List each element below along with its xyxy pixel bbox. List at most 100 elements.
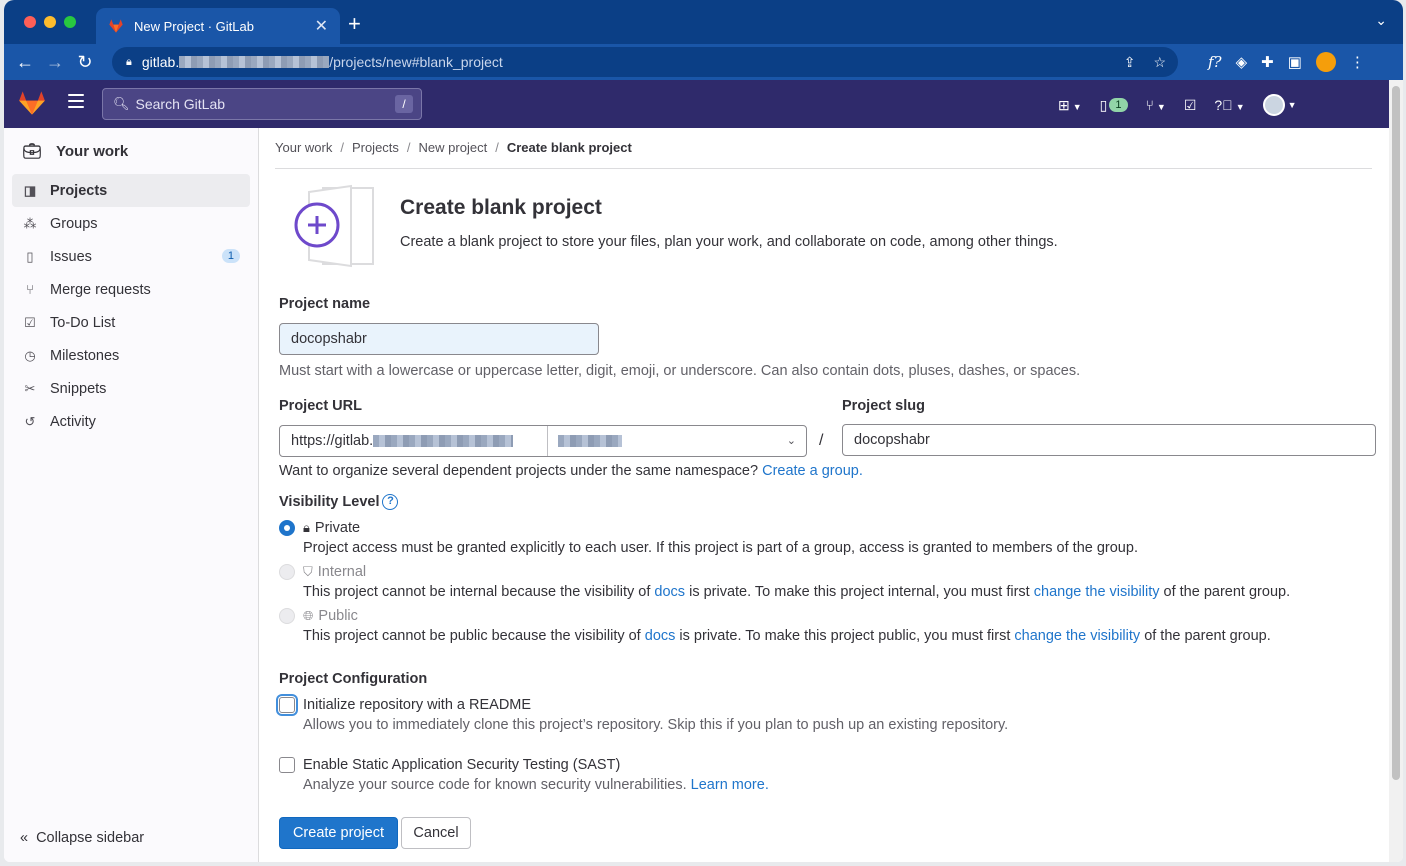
sidebar-item-snippets[interactable]: ✂ Snippets [12, 372, 250, 405]
share-icon[interactable]: ⇪ [1124, 54, 1136, 71]
minimize-window-button[interactable] [44, 16, 56, 28]
internal-label: Internal [317, 564, 367, 580]
cancel-button[interactable]: Cancel [401, 817, 471, 849]
breadcrumb-projects[interactable]: Projects [352, 140, 399, 155]
sidebar-item-milestones[interactable]: ◷ Milestones [12, 339, 250, 372]
sidebar-item-projects[interactable]: ◨ Projects [12, 174, 250, 207]
extension-diamond-icon[interactable]: ◈ [1236, 53, 1248, 71]
search-placeholder: Search GitLab [135, 96, 226, 112]
profile-icon[interactable] [1315, 52, 1336, 72]
chevron-down-icon: ▼ [1287, 100, 1297, 110]
internal-radio[interactable] [279, 564, 295, 580]
sidebar-item-label: To-Do List [50, 314, 116, 331]
breadcrumb-current[interactable]: Create blank project [507, 140, 632, 155]
tab-close-icon[interactable]: ✕ [315, 16, 328, 36]
private-radio[interactable] [279, 520, 295, 536]
sast-checkbox[interactable] [279, 757, 295, 773]
user-menu[interactable]: ▼ [1262, 94, 1297, 116]
sidebar-context-header[interactable]: 💼︎ Your work [22, 142, 128, 161]
lock-icon: 🔒︎ [303, 520, 310, 535]
search-input[interactable]: 🔍︎ Search GitLab / [102, 88, 422, 120]
visibility-label-text: Visibility Level [279, 494, 380, 510]
visibility-public-option[interactable]: 🌐︎ Public [279, 608, 358, 624]
url-slug-separator: / [819, 432, 824, 449]
help-dropdown[interactable]: ?⃝ ▼ [1214, 97, 1244, 113]
readme-label: Initialize repository with a README [303, 697, 532, 713]
sidebar-item-groups[interactable]: ⁂ Groups [12, 207, 250, 240]
issues-icon: ▯ [26, 248, 34, 264]
merge-requests-dropdown[interactable]: ⑂ ▼ [1146, 97, 1166, 113]
internal-description: This project cannot be internal because … [303, 584, 1290, 600]
help-circle-icon[interactable]: ? [382, 494, 399, 510]
visibility-internal-option[interactable]: ⛉ Internal [279, 564, 366, 580]
hamburger-menu-icon[interactable] [68, 94, 84, 112]
forward-icon[interactable]: → [40, 52, 70, 73]
scrollbar-thumb[interactable] [1392, 86, 1400, 780]
extension-puzzle-icon[interactable]: ✚ [1261, 53, 1274, 71]
change-visibility-link[interactable]: change the visibility [1034, 584, 1160, 600]
visibility-private-option[interactable]: 🔒︎ Private [279, 520, 360, 536]
namespace-help-text: Want to organize several dependent proje… [279, 463, 759, 479]
sidebar-item-merge-requests[interactable]: ⑂ Merge requests [12, 273, 250, 306]
sidebar-item-issues[interactable]: ▯ Issues 1 [12, 240, 250, 273]
sidebar-item-activity[interactable]: ↺ Activity [12, 405, 250, 438]
bookmark-star-icon[interactable]: ☆ [1153, 54, 1166, 71]
sidebar-panel-icon[interactable]: ▣ [1288, 53, 1302, 71]
public-description: This project cannot be public because th… [303, 628, 1271, 644]
tab-title: New Project · GitLab [134, 18, 254, 34]
browser-tabstrip: New Project · GitLab ✕ + ⌄ [4, 0, 1403, 44]
merge-request-icon: ⑂ [26, 282, 34, 297]
new-item-dropdown[interactable]: ⊞ ▼ [1058, 97, 1082, 114]
chevron-down-icon: ▼ [1156, 102, 1166, 112]
breadcrumb-new-project[interactable]: New project [419, 140, 488, 155]
redacted-domain [373, 435, 514, 447]
collapse-sidebar-button[interactable]: « Collapse sidebar [20, 830, 144, 846]
public-radio[interactable] [279, 608, 295, 624]
change-visibility-link[interactable]: change the visibility [1014, 628, 1140, 644]
new-tab-button[interactable]: + [348, 13, 361, 35]
search-shortcut-key: / [395, 95, 413, 113]
breadcrumb-separator: / [340, 140, 344, 155]
namespace-select[interactable]: ⌄ [548, 426, 806, 456]
search-icon: 🔍︎ [113, 96, 130, 111]
kebab-menu-icon[interactable]: ⋮ [1350, 53, 1365, 71]
create-project-button[interactable]: Create project [279, 817, 398, 849]
readme-checkbox[interactable] [279, 697, 295, 713]
maximize-window-button[interactable] [64, 16, 76, 28]
blank-project-illustration [294, 184, 374, 268]
create-group-link[interactable]: Create a group. [762, 463, 863, 479]
close-window-button[interactable] [24, 16, 36, 28]
private-description: Project access must be granted explicitl… [303, 540, 1138, 556]
project-name-input[interactable]: docopshabr [279, 323, 599, 355]
todo-icon[interactable]: ☑ [1184, 97, 1197, 114]
project-slug-input[interactable]: docopshabr [842, 424, 1376, 456]
merge-request-count-badge: 1 [1109, 98, 1128, 112]
formula-extension-icon[interactable]: f? [1208, 53, 1222, 71]
sidebar-nav: ◨ Projects ⁂ Groups ▯ Issues 1 ⑂ Merge r… [12, 174, 250, 438]
breadcrumb: Your work / Projects / New project / Cre… [275, 140, 632, 155]
learn-more-link[interactable]: Learn more. [691, 777, 769, 793]
project-configuration-options: Initialize repository with a README Allo… [279, 697, 1369, 807]
sidebar-item-todo-list[interactable]: ☑ To-Do List [12, 306, 250, 339]
issues-button[interactable]: ▯ 1 [1100, 97, 1128, 114]
sast-option[interactable]: Enable Static Application Security Testi… [279, 757, 620, 773]
readme-option[interactable]: Initialize repository with a README [279, 697, 531, 713]
gitlab-logo[interactable] [18, 90, 46, 116]
docs-group-link[interactable]: docs [645, 628, 676, 644]
docs-group-link[interactable]: docs [654, 584, 685, 600]
browser-tab-active[interactable]: New Project · GitLab ✕ [96, 8, 340, 44]
address-bar[interactable]: 🔒︎ gitlab. /projects/new#blank_project ⇪… [112, 47, 1178, 77]
issues-icon: ▯ [1099, 96, 1108, 113]
reload-icon[interactable]: ↻ [70, 52, 100, 73]
public-label: Public [318, 608, 358, 624]
lock-icon[interactable]: 🔒︎ [126, 56, 132, 69]
globe-icon: 🌐︎ [303, 608, 314, 623]
page-scrollbar[interactable] [1389, 80, 1403, 862]
tab-search-chevron-icon[interactable]: ⌄ [1375, 12, 1387, 29]
url-path: /projects/new#blank_project [329, 54, 503, 70]
visibility-options: 🔒︎ Private Project access must be grante… [279, 520, 1369, 650]
breadcrumb-your-work[interactable]: Your work [275, 140, 332, 155]
chevron-down-icon: ▼ [1235, 102, 1245, 112]
back-icon[interactable]: ← [10, 52, 40, 73]
main-content: Your work / Projects / New project / Cre… [275, 128, 1376, 862]
